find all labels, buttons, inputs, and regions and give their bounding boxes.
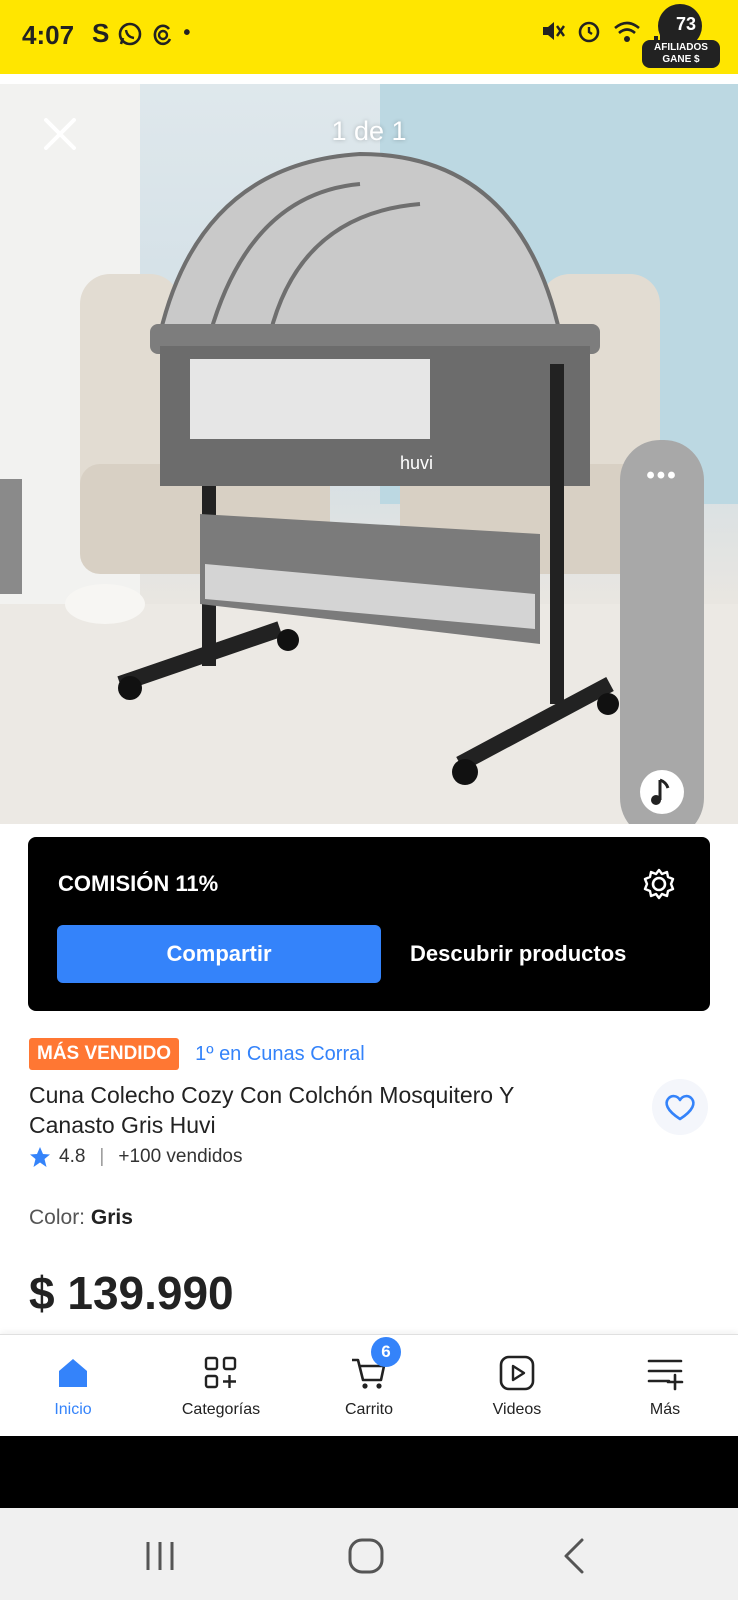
- floating-widget[interactable]: •••: [620, 440, 704, 824]
- wifi-icon: [614, 21, 640, 42]
- product-price: $ 139.990: [29, 1267, 234, 1319]
- share-button[interactable]: Compartir: [57, 925, 381, 983]
- s-app-icon: S: [92, 18, 110, 48]
- recent-apps-icon[interactable]: [140, 1536, 180, 1576]
- product-title: Cuna Colecho Cozy Con Colchón Mosquitero…: [29, 1082, 514, 1138]
- nav-label-categorias: Categorías: [181, 1401, 261, 1418]
- nav-categorias[interactable]: Categorías: [156, 1353, 286, 1433]
- more-dots-icon[interactable]: •••: [620, 462, 704, 490]
- mute-icon: [543, 22, 565, 40]
- status-bar: 4:07 S • 73 AFILIADOS GANE $: [0, 0, 738, 74]
- nav-label-inicio: Inicio: [54, 1401, 92, 1418]
- image-counter: 1 de 1: [331, 116, 407, 146]
- badge-row: MÁS VENDIDO 1º en Cunas Corral: [29, 1038, 365, 1070]
- commission-title: COMISIÓN 11%: [58, 871, 219, 896]
- color-selector[interactable]: Color: Gris: [29, 1206, 133, 1230]
- rating-separator: |: [99, 1146, 105, 1167]
- color-label: Color:: [29, 1206, 91, 1229]
- nav-label-carrito: Carrito: [344, 1401, 393, 1418]
- nav-videos[interactable]: Videos: [452, 1353, 582, 1433]
- afiliados-label-line1: AFILIADOS: [654, 42, 708, 53]
- home-button-icon[interactable]: [346, 1536, 386, 1576]
- best-seller-badge: MÁS VENDIDO: [29, 1038, 180, 1070]
- category-rank-link[interactable]: 1º en Cunas Corral: [195, 1043, 365, 1066]
- categories-icon: [204, 1356, 237, 1389]
- status-left-icons: S •: [92, 18, 190, 49]
- nav-carrito[interactable]: 6 Carrito: [304, 1337, 434, 1433]
- video-icon: [499, 1355, 535, 1391]
- nav-inicio[interactable]: Inicio: [8, 1353, 138, 1433]
- nav-label-videos: Videos: [492, 1401, 542, 1418]
- discover-products-link[interactable]: Descubrir productos: [410, 925, 690, 983]
- black-bar: [0, 1436, 738, 1508]
- heart-icon: [665, 1094, 695, 1121]
- afiliados-badge[interactable]: 73 AFILIADOS GANE $: [642, 4, 720, 70]
- star-icon: [30, 1147, 50, 1167]
- back-icon[interactable]: [556, 1536, 596, 1576]
- nav-label-mas: Más: [649, 1401, 681, 1418]
- gear-icon[interactable]: [642, 867, 676, 901]
- music-icon[interactable]: [640, 770, 684, 814]
- afiliados-label: AFILIADOS GANE $: [642, 40, 720, 68]
- more-menu-icon: [647, 1359, 684, 1391]
- favorite-button[interactable]: [652, 1079, 708, 1135]
- alarm-icon: [578, 21, 600, 43]
- android-nav-bar: [0, 1508, 738, 1600]
- status-time: 4:07: [22, 20, 75, 50]
- product-image[interactable]: huvi 1 de 1 •••: [0, 84, 738, 824]
- rating-value: 4.8: [59, 1146, 86, 1167]
- rating-row[interactable]: 4.8 | +100 vendidos: [29, 1146, 243, 1168]
- color-value: Gris: [90, 1206, 133, 1229]
- product-brand-label: huvi: [400, 453, 433, 473]
- home-icon: [59, 1359, 87, 1387]
- commission-card: COMISIÓN 11% Compartir Descubrir product…: [28, 837, 710, 1011]
- cart-count-badge: 6: [371, 1337, 401, 1367]
- notification-dot: •: [183, 22, 191, 44]
- threads-icon: [153, 24, 172, 45]
- sold-count: +100 vendidos: [118, 1146, 243, 1167]
- whatsapp-icon: [119, 22, 142, 45]
- bottom-nav: Inicio Categorías 6 Carrito Videos Más: [0, 1334, 738, 1436]
- cart-icon-wrap: 6: [349, 1337, 401, 1393]
- nav-mas[interactable]: Más: [600, 1353, 730, 1433]
- afiliados-label-line2: GANE $: [662, 54, 700, 65]
